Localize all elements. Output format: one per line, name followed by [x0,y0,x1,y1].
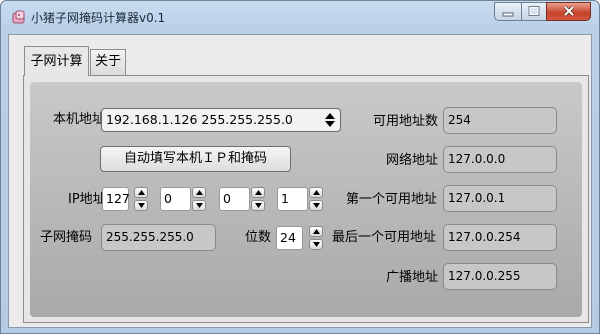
close-button[interactable] [546,2,591,21]
window-title: 小猪子网掩码计算器v0.1 [31,11,166,25]
first-address-value: 127.0.0.1 [448,191,506,205]
ip-octet-4-value: 1 [281,191,289,206]
network-address-label: 网络地址 [386,153,439,168]
ip-octet-3-field[interactable]: 0 [219,187,250,211]
close-icon [563,5,574,17]
network-address-value: 127.0.0.0 [448,152,506,166]
spin-down-icon[interactable] [192,200,206,211]
minimize-icon [502,12,514,17]
tab-subnet-calc-label: 子网计算 [30,54,83,69]
broadcast-address-value: 127.0.0.255 [448,269,521,283]
tab-subnet-calc[interactable]: 子网计算 [24,46,89,76]
ip-octet-3-value: 0 [223,191,231,206]
app-window: 小猪子网掩码计算器v0.1 子网计算 关于 本机地址 192.168.1.126… [0,0,600,334]
pig-app-icon [12,10,25,24]
ip-octet-4-spinner[interactable] [309,187,323,211]
client-area: 子网计算 关于 本机地址 192.168.1.126 255.255.255.0… [8,34,592,328]
ip-octet-1-value: 127 [106,191,130,206]
available-count-value: 254 [448,113,471,127]
updown-arrow-icon [325,113,335,127]
spin-down-icon[interactable] [309,239,323,250]
broadcast-address-label: 广播地址 [386,270,439,285]
network-address-field: 127.0.0.0 [443,146,557,173]
mask-bits-field[interactable]: 24 [276,226,303,250]
autofill-button-label: 自动填写本机ＩＰ和掩码 [123,151,267,166]
available-count-label: 可用地址数 [373,114,439,129]
subnet-mask-value: 255.255.255.0 [106,230,194,244]
mask-bits-value: 24 [280,230,296,245]
ip-octet-2-field[interactable]: 0 [160,187,191,211]
tab-panel: 本机地址 192.168.1.126 255.255.255.0 自动填写本机Ｉ… [23,75,589,323]
spin-down-icon[interactable] [309,200,323,211]
local-address-value: 192.168.1.126 255.255.255.0 [106,112,293,127]
spin-up-icon[interactable] [309,187,323,198]
autofill-local-ip-button[interactable]: 自动填写本机ＩＰ和掩码 [100,146,291,172]
ip-octet-1-field[interactable]: 127 [102,187,130,211]
spin-down-icon[interactable] [251,200,265,211]
last-address-label: 最后一个可用地址 [332,230,437,245]
minimize-button[interactable] [494,2,522,21]
maximize-button[interactable] [521,2,547,21]
ip-octet-3-spinner[interactable] [251,187,265,211]
spin-up-icon[interactable] [309,226,323,237]
local-address-select[interactable]: 192.168.1.126 255.255.255.0 [101,108,341,132]
ip-octet-1-spinner[interactable] [134,187,148,211]
ip-label: IP地址 [68,192,106,207]
mask-bits-label: 位数 [245,230,272,245]
broadcast-address-field: 127.0.0.255 [443,263,557,290]
first-address-field: 127.0.0.1 [443,185,557,212]
tab-about[interactable]: 关于 [90,49,126,75]
tab-about-label: 关于 [94,54,121,69]
last-address-value: 127.0.0.254 [448,230,521,244]
subnet-mask-label: 子网掩码 [40,230,93,245]
local-address-label: 本机地址 [53,112,106,127]
maximize-icon [528,6,540,16]
spin-up-icon[interactable] [134,187,148,198]
available-count-field: 254 [443,107,557,134]
spin-up-icon[interactable] [192,187,206,198]
subnet-mask-field: 255.255.255.0 [101,224,216,251]
calc-group: 本机地址 192.168.1.126 255.255.255.0 自动填写本机Ｉ… [30,82,582,317]
mask-bits-spinner[interactable] [309,226,323,250]
spin-down-icon[interactable] [134,200,148,211]
last-address-field: 127.0.0.254 [443,224,557,251]
ip-octet-2-value: 0 [164,191,172,206]
spin-up-icon[interactable] [251,187,265,198]
ip-octet-4-field[interactable]: 1 [277,187,308,211]
first-address-label: 第一个可用地址 [346,192,438,207]
title-bar[interactable]: 小猪子网掩码计算器v0.1 [1,1,599,33]
ip-octet-2-spinner[interactable] [192,187,206,211]
